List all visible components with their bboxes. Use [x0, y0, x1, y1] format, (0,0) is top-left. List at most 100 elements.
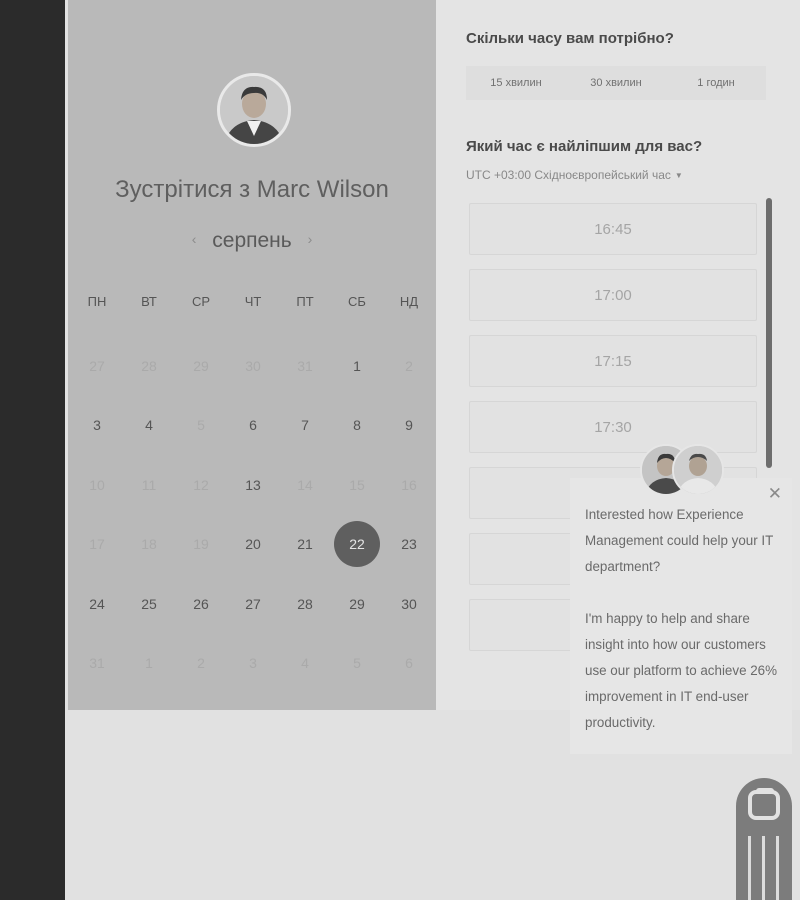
timezone-label: UTC +03:00 Східноєвропейський час	[466, 168, 671, 182]
calendar-day[interactable]: 3	[71, 396, 123, 456]
calendar-day-label: 12	[193, 476, 209, 493]
host-title: Зустрітися з Marc Wilson	[115, 176, 389, 203]
calendar-day-label: 1	[353, 357, 361, 374]
calendar-day[interactable]: 29	[331, 574, 383, 634]
calendar-day-label: 26	[193, 595, 209, 612]
calendar-day[interactable]: 28	[279, 574, 331, 634]
weekday-label: ВТ	[141, 294, 157, 309]
weekday-header: ПН ВТ СР ЧТ ПТ СБ НД	[71, 294, 435, 309]
calendar-day: 31	[279, 336, 331, 396]
calendar-day[interactable]: 21	[279, 515, 331, 575]
chat-launcher-stripe	[762, 836, 765, 900]
weekday-label: НД	[399, 294, 419, 309]
calendar-day[interactable]: 25	[123, 574, 175, 634]
calendar-day: 27	[71, 336, 123, 396]
close-icon[interactable]: ✕	[768, 484, 782, 504]
calendar-day[interactable]: 23	[383, 515, 435, 575]
calendar-day: 4	[279, 634, 331, 694]
calendar-day-label: 25	[141, 595, 157, 612]
month-label: серпень	[212, 229, 292, 252]
calendar-day[interactable]: 9	[383, 396, 435, 456]
chat-launcher-icon[interactable]	[736, 778, 792, 900]
calendar-day[interactable]: 4	[123, 396, 175, 456]
host-avatar	[217, 73, 291, 147]
time-slot[interactable]: 17:15	[469, 335, 757, 387]
calendar-day[interactable]: 1	[331, 336, 383, 396]
calendar-day: 5	[331, 634, 383, 694]
calendar-day-label: 13	[245, 476, 261, 493]
calendar-day-label: 24	[89, 595, 105, 612]
calendar-day-label: 28	[297, 595, 313, 612]
calendar-day-label: 28	[141, 357, 157, 374]
time-list-scrollbar[interactable]	[766, 198, 772, 468]
calendar-day-label: 30	[401, 595, 417, 612]
duration-option-60[interactable]: 1 годин	[666, 66, 766, 100]
calendar-day-label: 16	[401, 476, 417, 493]
calendar-day-label: 29	[349, 595, 365, 612]
calendar-day-label: 1	[145, 655, 153, 672]
calendar-day-label: 18	[141, 536, 157, 553]
calendar-day: 1	[123, 634, 175, 694]
calendar-day: 17	[71, 515, 123, 575]
calendar-day-label: 27	[245, 595, 261, 612]
calendar-day-label: 27	[89, 357, 105, 374]
calendar-day: 10	[71, 455, 123, 515]
calendar-day-label: 4	[145, 417, 153, 434]
timezone-selector[interactable]: UTC +03:00 Східноєвропейський час ▼	[466, 168, 683, 182]
calendar-day[interactable]: 24	[71, 574, 123, 634]
calendar-day[interactable]: 20	[227, 515, 279, 575]
calendar-day: 11	[123, 455, 175, 515]
calendar-day: 30	[227, 336, 279, 396]
calendar-day-label: 21	[297, 536, 313, 553]
calendar-day[interactable]: 13	[227, 455, 279, 515]
calendar-day: 29	[175, 336, 227, 396]
calendar-day-label: 6	[249, 417, 257, 434]
weekday-label: ПТ	[296, 294, 314, 309]
duration-option-15[interactable]: 15 хвилин	[466, 66, 566, 100]
calendar-day-label: 23	[401, 536, 417, 553]
duration-option-30[interactable]: 30 хвилин	[566, 66, 666, 100]
calendar-day-label: 14	[297, 476, 313, 493]
calendar-day[interactable]: 27	[227, 574, 279, 634]
duration-selector: 15 хвилин 30 хвилин 1 годин	[466, 66, 766, 100]
calendar-day: 31	[71, 634, 123, 694]
calendar-day-label: 19	[193, 536, 209, 553]
calendar-day: 19	[175, 515, 227, 575]
calendar-day: 6	[383, 634, 435, 694]
calendar-day-label: 6	[405, 655, 413, 672]
calendar-day-label: 7	[301, 417, 309, 434]
calendar-day-label: 8	[353, 417, 361, 434]
calendar-day[interactable]: 26	[175, 574, 227, 634]
left-dark-strip	[0, 0, 65, 900]
calendar-day[interactable]: 7	[279, 396, 331, 456]
calendar-day-label: 22	[334, 521, 380, 568]
caret-down-icon: ▼	[674, 171, 683, 180]
time-slot[interactable]: 17:00	[469, 269, 757, 321]
chat-message-paragraph: I'm happy to help and share insight into…	[585, 611, 778, 730]
calendar-day-label: 9	[405, 417, 413, 434]
time-question: Який час є найліпшим для вас?	[466, 138, 703, 155]
chat-message-paragraph: Interested how Experience Management cou…	[585, 507, 774, 574]
calendar-day-label: 2	[197, 655, 205, 672]
calendar-day-label: 10	[89, 476, 105, 493]
calendar-day: 28	[123, 336, 175, 396]
chat-launcher-stripe	[776, 836, 779, 900]
calendar-day-selected[interactable]: 22	[331, 515, 383, 575]
weekday-label: ПН	[87, 294, 107, 309]
calendar-day: 12	[175, 455, 227, 515]
calendar-day-label: 15	[349, 476, 365, 493]
calendar-day[interactable]: 6	[227, 396, 279, 456]
chevron-right-icon[interactable]: ›	[298, 231, 323, 247]
duration-question: Скільки часу вам потрібно?	[466, 30, 674, 47]
chevron-left-icon[interactable]: ‹	[182, 231, 207, 247]
agent-avatars	[640, 444, 724, 496]
calendar-day: 2	[383, 336, 435, 396]
calendar-day-label: 31	[89, 655, 105, 672]
calendar-day: 14	[279, 455, 331, 515]
time-slot[interactable]: 16:45	[469, 203, 757, 255]
calendar-day-label: 17	[89, 536, 105, 553]
calendar-day[interactable]: 30	[383, 574, 435, 634]
calendar-day[interactable]: 8	[331, 396, 383, 456]
calendar-days-grid: 27 28 29 30 31 1 2 3 4 5 6 7 8 9 10 11 12 13 14 15 16 17 18 19 2…	[71, 336, 435, 693]
calendar-day: 18	[123, 515, 175, 575]
